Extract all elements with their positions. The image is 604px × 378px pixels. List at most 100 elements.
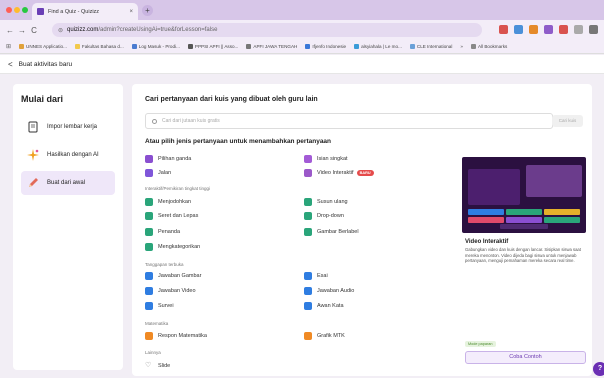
type-penanda[interactable]: Penanda (145, 228, 180, 236)
bookmark-icon (19, 44, 25, 49)
bookmark-label: All Bookmarks (477, 44, 508, 49)
type-label: Gambar Berlabel (317, 229, 359, 235)
bookmark-item[interactable]: Fakultas Bahasa d... (74, 44, 124, 49)
type-jalan[interactable]: Jalan (145, 169, 171, 177)
type-jawaban-gambar[interactable]: Jawaban Gambar (145, 272, 201, 280)
type-isian-singkat[interactable]: Isian singkat (304, 155, 348, 163)
folder-icon (470, 44, 476, 49)
all-bookmarks-item[interactable]: All Bookmarks (470, 44, 508, 49)
type-pilihan-ganda[interactable]: Pilihan ganda (145, 155, 191, 163)
download-icon[interactable] (589, 25, 598, 34)
type-seret-lepas[interactable]: Seret dan Lepas (145, 212, 198, 220)
search-icon (152, 118, 157, 124)
type-awan-kata[interactable]: Awan Kata (304, 302, 344, 310)
forward-button[interactable]: → (16, 26, 28, 35)
type-slide[interactable]: ♡ Slide (145, 362, 170, 370)
extension-icon[interactable] (544, 25, 553, 34)
maximize-window-icon[interactable] (22, 7, 28, 13)
type-susun-ulang[interactable]: Susun ulang (304, 198, 348, 206)
preview-answer (544, 209, 580, 215)
bookmark-item[interactable]: Ifjenfo Indonesie (305, 44, 346, 49)
type-menjodohkan[interactable]: Menjodohkan (145, 198, 191, 206)
match-icon (145, 198, 153, 206)
type-gambar-berlabel[interactable]: Gambar Berlabel (304, 228, 359, 236)
extension-icon[interactable] (514, 25, 523, 34)
url-host: quizizz.com (67, 27, 99, 33)
browser-tab[interactable]: Find a Quiz - Quizizz × (32, 3, 138, 20)
new-tab-button[interactable]: + (142, 5, 153, 16)
start-from-panel: Mulai dari Impor lembar kerja Hasilkan d… (13, 84, 123, 370)
bookmark-item[interactable]: UNNES Applicatio... (19, 44, 67, 49)
image-answer-icon (145, 272, 153, 280)
close-window-icon[interactable] (6, 7, 12, 13)
option-generate-ai[interactable]: Hasilkan dengan AI (21, 143, 115, 167)
fill-blank-icon (304, 155, 312, 163)
bookmark-item[interactable]: Log Masuk - Prodi... (131, 44, 180, 49)
bookmark-icon (354, 44, 360, 49)
address-toolbar: ← → C ⊜ quizizz.com/admin?createUsingAi=… (0, 20, 604, 40)
preview-answer (544, 217, 580, 223)
video-answer-icon (145, 287, 153, 295)
preview-video-thumbnail (526, 165, 582, 197)
minimize-window-icon[interactable] (14, 7, 20, 13)
type-label: Menjodohkan (158, 199, 192, 205)
bookmark-icon (409, 44, 415, 49)
bookmark-icon (131, 44, 137, 49)
poll-icon (145, 302, 153, 310)
folder-icon (74, 44, 80, 49)
type-grafik-mtk[interactable]: Grafik MTK (304, 332, 345, 340)
type-esai[interactable]: Esai (304, 272, 328, 280)
reload-button[interactable]: C (28, 26, 40, 35)
type-jawaban-audio[interactable]: Jawaban Audio (304, 287, 354, 295)
type-survei[interactable]: Survei (145, 302, 174, 310)
type-label: Seret dan Lepas (158, 213, 199, 219)
type-video-interaktif[interactable]: Video Interaktif BARU (304, 169, 374, 177)
bookmark-icon (305, 44, 311, 49)
option-import-worksheet[interactable]: Impor lembar kerja (21, 115, 115, 139)
preview-question-card (468, 169, 520, 205)
type-respon-matematika[interactable]: Respon Matematika (145, 332, 207, 340)
section-label: Lainnya (145, 350, 161, 355)
bookmark-label: APFI JAWA TENGAH (253, 44, 298, 49)
extension-icon[interactable] (499, 25, 508, 34)
bookmark-label: Fakultas Bahasa d... (81, 44, 124, 49)
try-example-button[interactable]: Coba Contoh (465, 351, 586, 364)
video-icon (304, 169, 312, 177)
site-info-icon[interactable]: ⊜ (58, 27, 63, 34)
extension-icon[interactable] (529, 25, 538, 34)
help-button[interactable]: ? (593, 362, 604, 376)
panel-title: Mulai dari (21, 94, 64, 104)
type-jawaban-video[interactable]: Jawaban Video (145, 287, 196, 295)
url-bar[interactable]: ⊜ quizizz.com/admin?createUsingAi=true&f… (52, 23, 482, 37)
bookmark-icon (246, 44, 252, 49)
apps-grid-icon[interactable]: ⊞ (6, 43, 11, 50)
back-arrow-icon[interactable]: < (8, 60, 13, 69)
type-mengkategorikan[interactable]: Mengkategorikan (145, 243, 200, 251)
slide-icon: ♡ (145, 362, 152, 369)
bookmarks-overflow[interactable]: » (460, 44, 463, 49)
document-icon (27, 121, 39, 133)
extensions-puzzle-icon[interactable] (574, 25, 583, 34)
type-drop-down[interactable]: Drop-down (304, 212, 344, 220)
pencil-icon (27, 177, 39, 189)
search-input[interactable]: Cari dari jutaan kuis gratis (145, 113, 553, 129)
preview-answer (468, 217, 504, 223)
bookmark-item[interactable]: CLE International (409, 44, 452, 49)
option-create-scratch[interactable]: Buat dari awal (21, 171, 115, 195)
back-button[interactable]: ← (4, 26, 16, 35)
bookmark-item[interactable]: PPPSI APFI || Asso... (187, 44, 239, 49)
search-quiz-button[interactable]: Cari kuis (552, 115, 583, 127)
quizizz-favicon-icon (37, 8, 44, 15)
section-label: Interaktif/Pemikiran tingkat tinggi (145, 186, 211, 191)
type-label: Jawaban Audio (317, 288, 355, 294)
bookmark-label: PPPSI APFI || Asso... (194, 44, 239, 49)
bookmark-item[interactable]: alsyiahala | Le mo... (354, 44, 402, 49)
tab-title: Find a Quiz - Quizizz (48, 8, 100, 15)
page-title: Buat aktivitas baru (18, 60, 73, 68)
bookmark-label: Ifjenfo Indonesie (312, 44, 347, 49)
type-label: Survei (158, 303, 174, 309)
tab-close-icon[interactable]: × (129, 9, 133, 15)
reorder-icon (304, 198, 312, 206)
bookmark-item[interactable]: APFI JAWA TENGAH (246, 44, 297, 49)
extension-icon[interactable] (559, 25, 568, 34)
